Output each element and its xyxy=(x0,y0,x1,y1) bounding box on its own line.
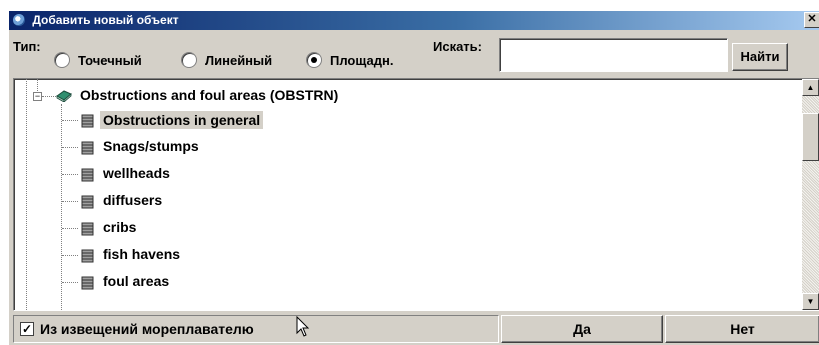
layer-stack-icon xyxy=(81,195,94,209)
collapse-toggle[interactable]: − xyxy=(33,92,42,101)
mouse-cursor-icon xyxy=(296,316,310,337)
tree-scrollbar[interactable]: ▲ ▼ xyxy=(802,79,819,310)
layer-stack-icon xyxy=(81,276,94,290)
layer-stack-icon xyxy=(81,168,94,182)
tree-item[interactable]: cribs xyxy=(14,217,794,243)
tree-parent-line xyxy=(37,79,38,91)
notice-label: Из извещений мореплавателю xyxy=(40,321,254,337)
tree-item[interactable]: diffusers xyxy=(14,190,794,216)
tree-item-label: diffusers xyxy=(103,192,163,208)
ok-button[interactable]: Да xyxy=(501,315,663,343)
tree-item-label: fish havens xyxy=(103,246,181,262)
tree-parent-connector xyxy=(42,96,56,97)
tree-item[interactable]: fish havens xyxy=(14,244,794,270)
object-tree[interactable]: − Obstructions and foul areas (OBSTRN) O… xyxy=(13,78,819,311)
layer-stack-icon xyxy=(81,114,94,128)
window-title: Добавить новый объект xyxy=(32,13,179,27)
tree-item-label: wellheads xyxy=(103,165,170,181)
title-bar[interactable]: Добавить новый объект ✕ xyxy=(9,11,819,30)
search-input[interactable] xyxy=(499,38,728,72)
radio-point-label: Точечный xyxy=(78,52,142,68)
book-icon xyxy=(56,90,72,102)
radio-area-label: Площадн. xyxy=(330,52,394,68)
tree-item[interactable]: Snags/stumps xyxy=(14,136,794,162)
radio-line[interactable]: Линейный xyxy=(181,51,272,69)
tree-item-label: cribs xyxy=(103,219,137,235)
layer-stack-icon xyxy=(81,249,94,263)
type-toolbar: Тип: Точечный Линейный Площадн. Искать: … xyxy=(9,33,819,75)
radio-line-indicator[interactable] xyxy=(181,52,197,68)
notice-checkbox[interactable]: ✓ xyxy=(20,322,34,336)
search-label: Искать: xyxy=(433,39,482,54)
radio-area[interactable]: Площадн. xyxy=(306,51,393,69)
radio-point[interactable]: Точечный xyxy=(54,51,142,69)
tree-item-label: foul areas xyxy=(103,273,170,289)
radio-point-indicator[interactable] xyxy=(54,52,70,68)
cancel-button[interactable]: Нет xyxy=(665,315,819,343)
scroll-up-button[interactable]: ▲ xyxy=(802,79,819,96)
add-object-dialog: Добавить новый объект ✕ Тип: Точечный Ли… xyxy=(8,10,819,345)
radio-area-indicator[interactable] xyxy=(306,52,322,68)
notice-checkbox-row[interactable]: ✓ Из извещений мореплавателю xyxy=(13,315,499,343)
tree-item[interactable]: wellheads xyxy=(14,163,794,189)
layer-stack-icon xyxy=(81,141,94,155)
bottom-bar: ✓ Из извещений мореплавателю Да Нет xyxy=(9,313,819,345)
tree-parent-label[interactable]: Obstructions and foul areas (OBSTRN) xyxy=(80,87,338,103)
find-button[interactable]: Найти xyxy=(732,43,788,71)
close-button[interactable]: ✕ xyxy=(804,12,819,28)
app-icon xyxy=(13,14,25,26)
tree-item-label: Obstructions in general xyxy=(100,111,264,129)
scroll-thumb[interactable] xyxy=(802,113,819,161)
tree-item[interactable]: foul areas xyxy=(14,271,794,297)
scroll-down-button[interactable]: ▼ xyxy=(802,293,819,310)
type-label: Тип: xyxy=(13,39,41,54)
radio-line-label: Линейный xyxy=(205,52,273,68)
tree-item-label: Snags/stumps xyxy=(103,138,199,154)
layer-stack-icon xyxy=(81,222,94,236)
tree-item[interactable]: Obstructions in general xyxy=(14,109,794,135)
